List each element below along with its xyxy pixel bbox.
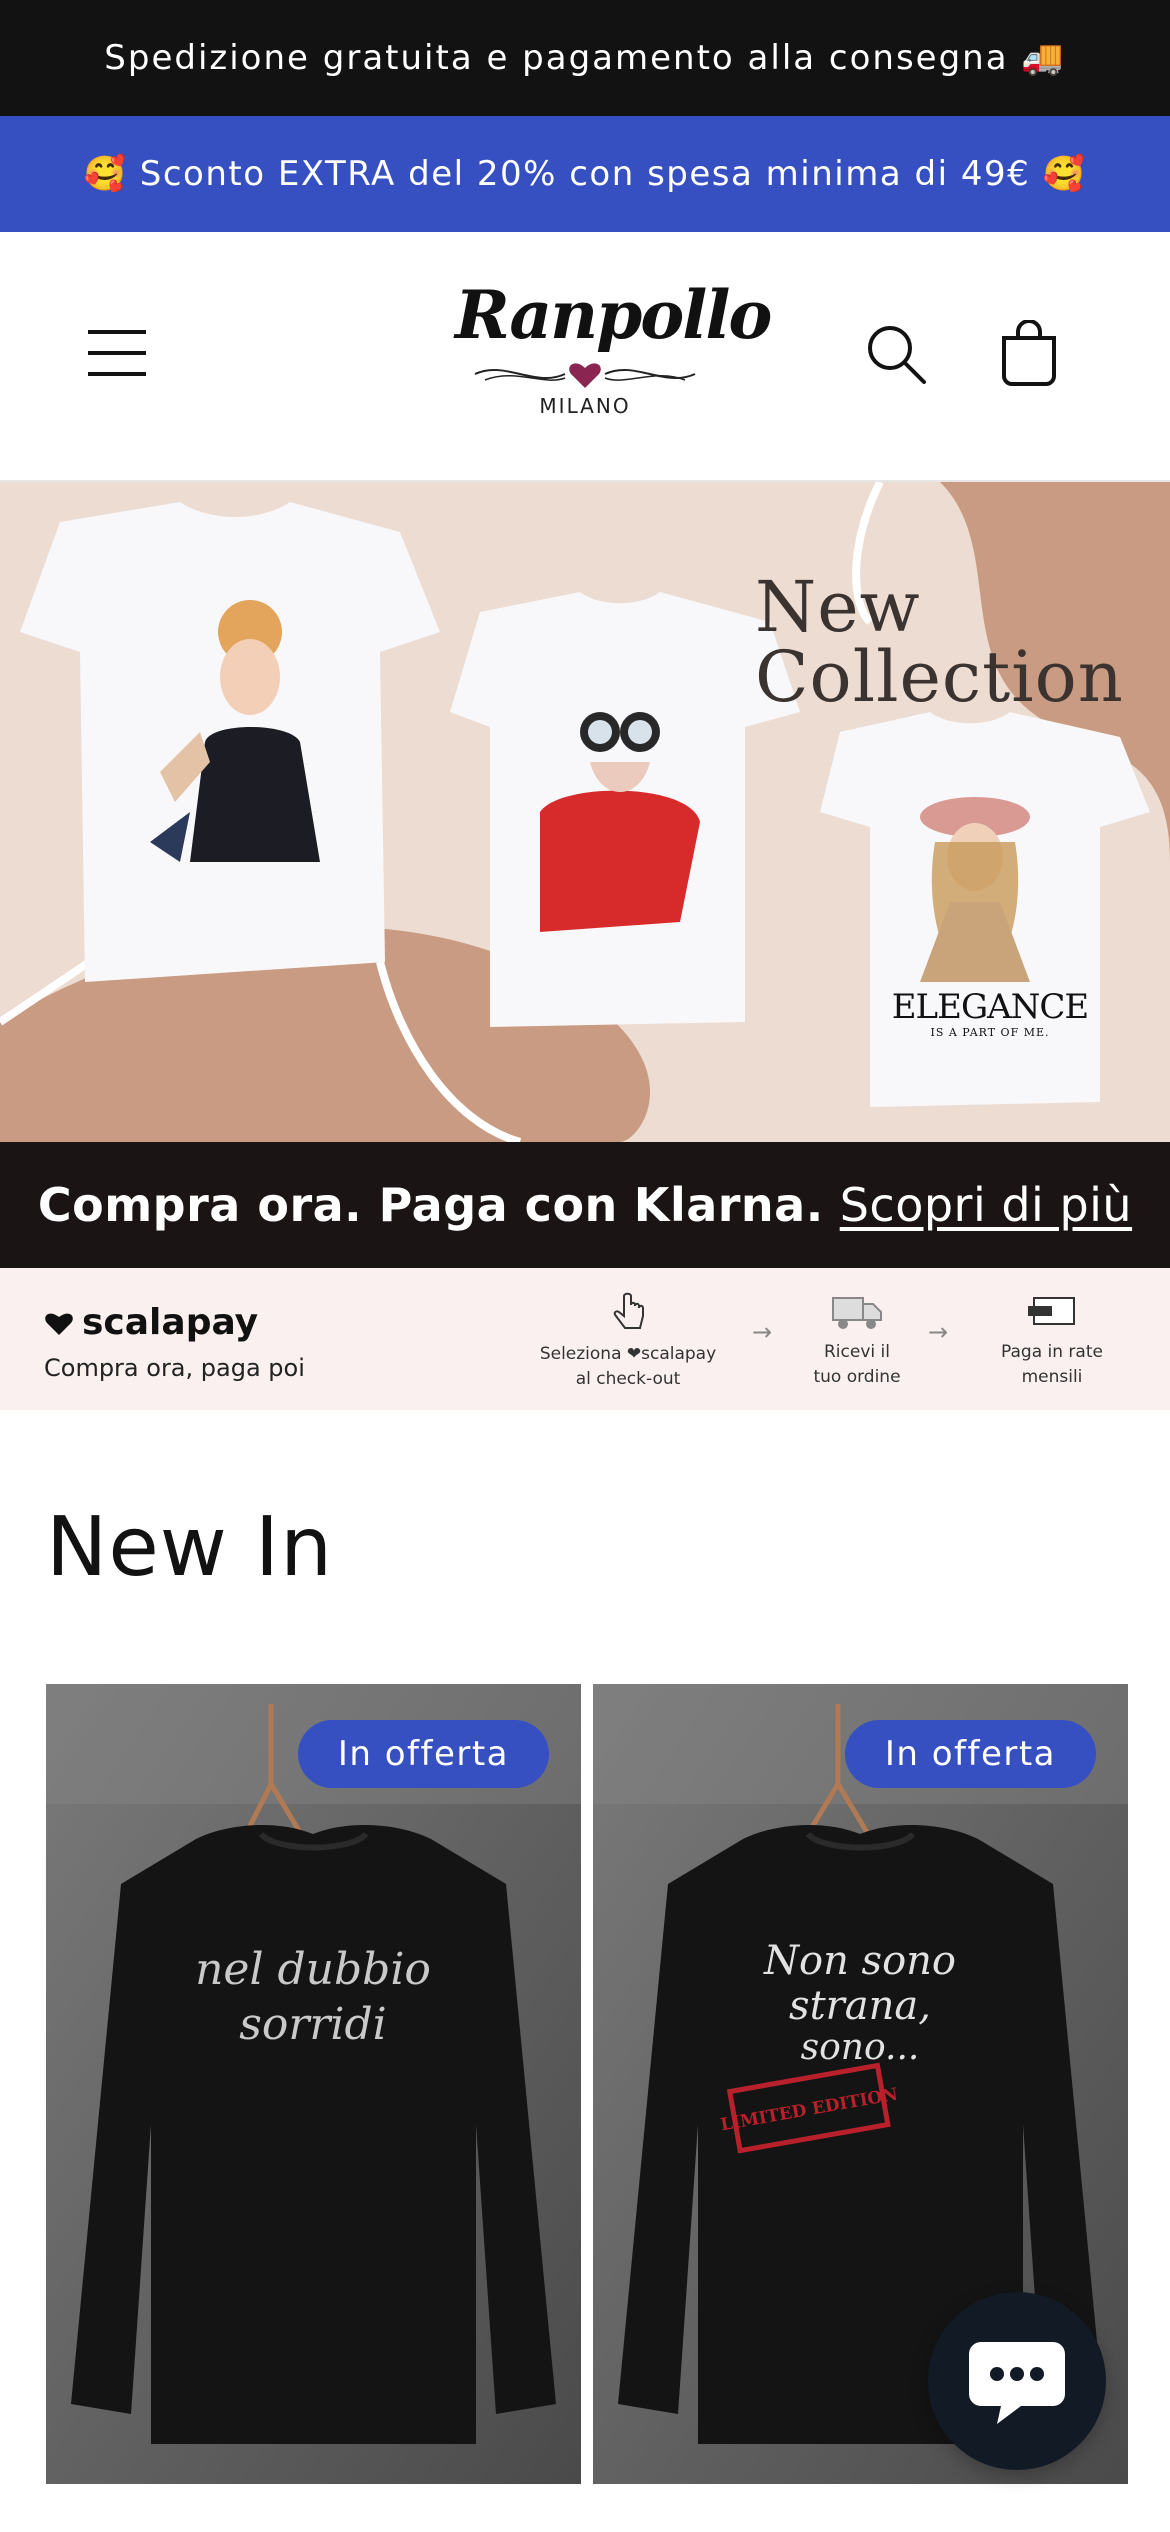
product-image: nel dubbio sorridi xyxy=(46,1684,581,2484)
site-logo[interactable]: Ranpollo MILANO xyxy=(455,272,772,442)
product-card[interactable]: nel dubbio sorridi In offerta xyxy=(46,1684,581,2484)
scalapay-step-3-line1: Paga in rate xyxy=(1001,1342,1103,1362)
logo-heart-ornament xyxy=(474,363,696,388)
chat-button[interactable] xyxy=(928,2292,1106,2470)
product-print-line2: strana, xyxy=(789,1983,931,2029)
sale-badge: In offerta xyxy=(297,1720,549,1788)
product-print-line3: sono... xyxy=(801,2027,920,2068)
product-print-line1: Non sono xyxy=(763,1938,956,1984)
shipping-text: Spedizione gratuita e pagamento alla con… xyxy=(104,38,1066,78)
announcement-bar-promo[interactable]: 🥰 Sconto EXTRA del 20% con spesa minima … xyxy=(0,116,1170,232)
site-header: Ranpollo MILANO xyxy=(0,232,1170,482)
shirt-caption: ELEGANCE IS A PART OF ME. xyxy=(890,990,1090,1039)
section-title-new-in: New In xyxy=(46,1500,334,1595)
product-print-line2: sorridi xyxy=(239,1999,386,2050)
klarna-banner: Compra ora. Paga con Klarna. Scopri di p… xyxy=(0,1142,1170,1268)
tshirt-image-1 xyxy=(20,502,440,982)
scalapay-step-2-line2: tuo ordine xyxy=(813,1366,901,1387)
scalapay-step-2: Ricevi il tuo ordine xyxy=(757,1292,957,1389)
promo-text: 🥰 Sconto EXTRA del 20% con spesa minima … xyxy=(83,154,1087,194)
search-button[interactable] xyxy=(862,320,932,390)
card-icon xyxy=(1028,1297,1075,1325)
hand-pointer-icon xyxy=(613,1292,644,1329)
shirt-caption-sub: IS A PART OF ME. xyxy=(930,1026,1050,1039)
hero-banner[interactable]: New Collection ELEGANCE IS A PART OF ME. xyxy=(0,482,1170,1142)
hero-title: New Collection xyxy=(755,572,1124,712)
product-print-line1: nel dubbio xyxy=(195,1944,431,1995)
cart-button[interactable] xyxy=(994,319,1064,390)
hero-title-line1: New xyxy=(755,566,921,648)
arrow-right-icon: → xyxy=(928,1318,949,1346)
scalapay-step-2-line1: Ricevi il xyxy=(824,1342,890,1362)
tshirt-image-3 xyxy=(820,712,1150,1107)
scalapay-step-1: Seleziona ❤scalapay al check-out xyxy=(528,1292,728,1391)
heart-icon xyxy=(45,1313,73,1335)
scalapay-banner: scalapay Compra ora, paga poi Seleziona … xyxy=(0,1268,1170,1410)
heart-icon xyxy=(569,363,601,388)
menu-button[interactable] xyxy=(88,324,146,382)
scalapay-tagline: Compra ora, paga poi xyxy=(44,1354,305,1382)
scalapay-step-1-line1: Seleziona ❤scalapay xyxy=(539,1344,717,1364)
hero-title-line2: Collection xyxy=(755,636,1124,718)
announcement-bar-shipping: Spedizione gratuita e pagamento alla con… xyxy=(0,0,1170,116)
scalapay-step-3: Paga in rate mensili xyxy=(952,1292,1152,1389)
klarna-text: Compra ora. Paga con xyxy=(37,1178,618,1232)
chat-icon xyxy=(969,2342,1065,2424)
klarna-learn-more-link[interactable]: Scopri di più xyxy=(840,1178,1132,1232)
sale-badge: In offerta xyxy=(844,1720,1096,1788)
truck-icon xyxy=(832,1297,882,1329)
scalapay-step-3-line2: mensili xyxy=(1021,1366,1083,1387)
cart-icon xyxy=(1002,319,1056,386)
scalapay-brand: scalapay xyxy=(44,1302,258,1343)
scalapay-step-1-line2: al check-out xyxy=(575,1368,681,1389)
tshirt-image-2 xyxy=(450,592,800,1027)
search-icon xyxy=(868,326,926,384)
klarna-brand: Klarna. xyxy=(633,1178,824,1232)
shirt-caption-main: ELEGANCE xyxy=(891,987,1090,1027)
logo-wordmark: Ranpollo xyxy=(455,276,772,354)
logo-subtitle: MILANO xyxy=(539,394,631,418)
scalapay-brand-text: scalapay xyxy=(82,1302,259,1343)
